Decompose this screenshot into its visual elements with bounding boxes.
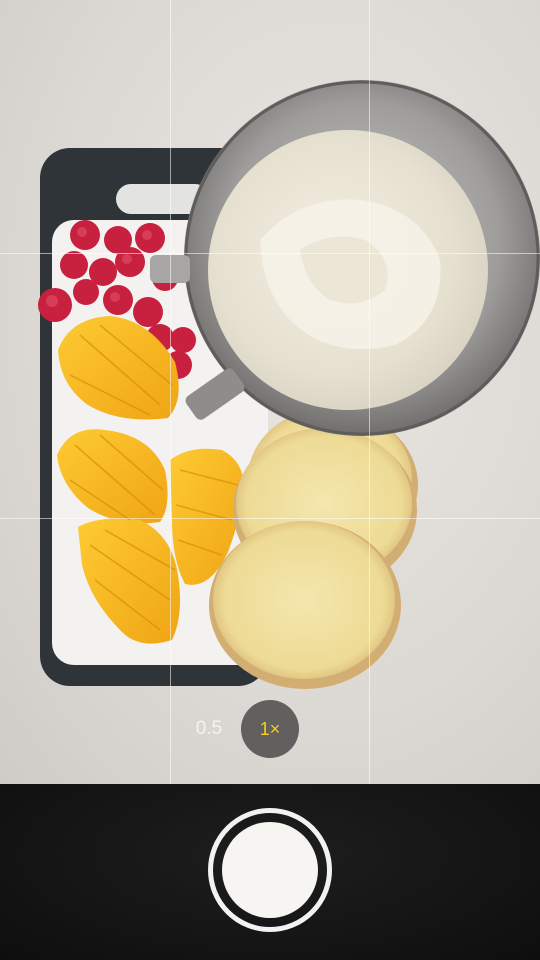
shutter-button[interactable] <box>208 808 332 932</box>
grid-line-horizontal-2 <box>0 518 540 519</box>
mixing-bowl <box>150 80 540 436</box>
zoom-controls: 0.5 1× <box>0 700 540 758</box>
grid-line-horizontal-1 <box>0 253 540 254</box>
zoom-1x-button[interactable]: 1× <box>241 700 299 758</box>
zoom-0-5-button[interactable]: 0.5 <box>188 710 230 748</box>
grid-line-vertical-2 <box>369 0 370 784</box>
shutter-button-core <box>222 822 318 918</box>
viewfinder-scene <box>38 80 540 689</box>
camera-viewfinder[interactable]: 0.5 1× <box>0 0 540 784</box>
grid-line-vertical-1 <box>170 0 171 784</box>
